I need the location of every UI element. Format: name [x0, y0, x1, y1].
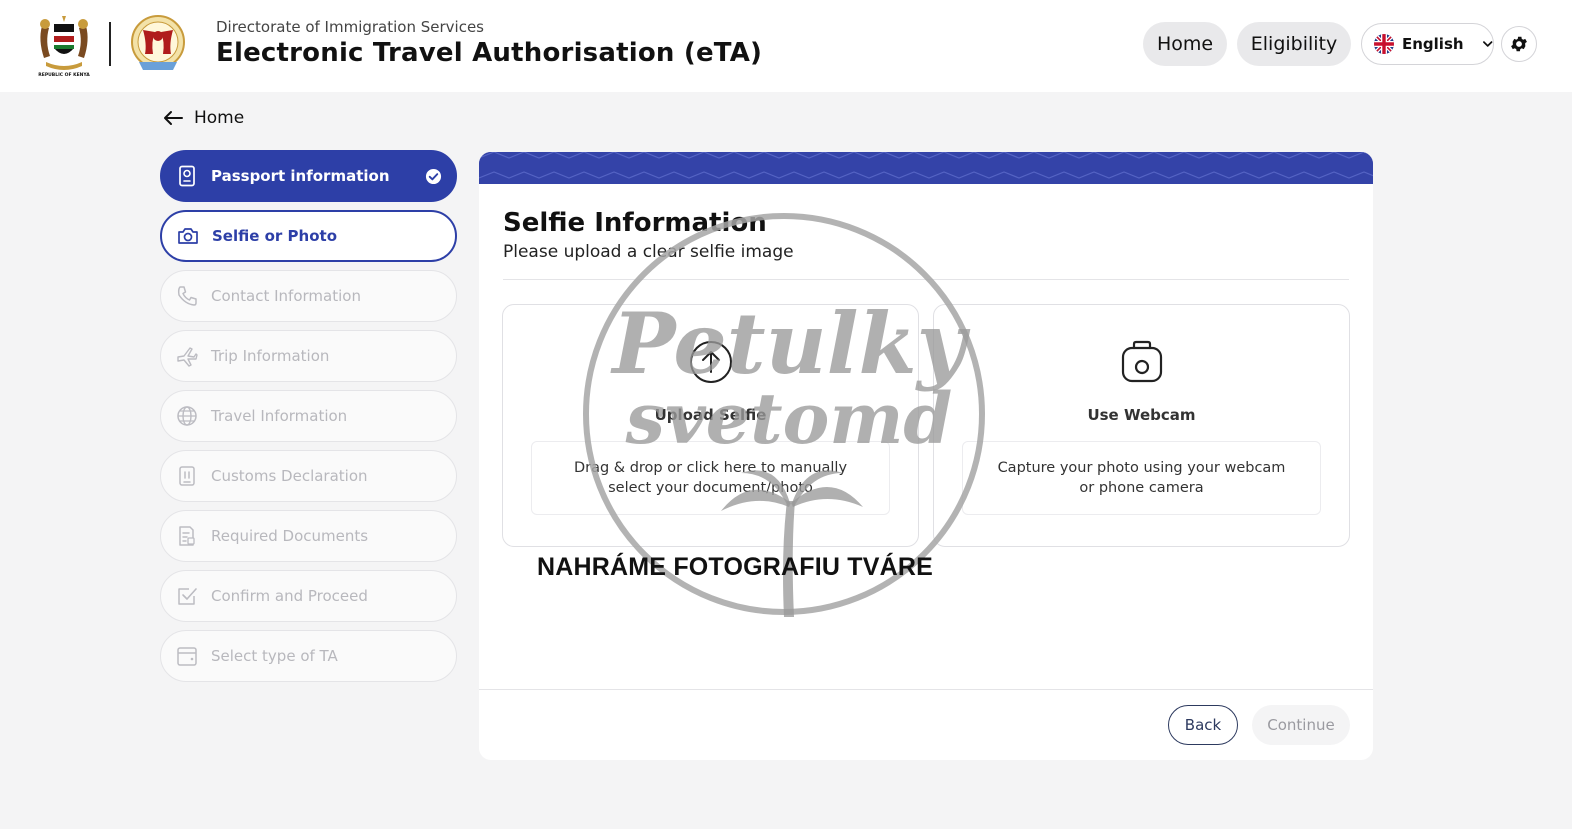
step-label: Select type of TA	[211, 647, 338, 665]
step-confirm-and-proceed[interactable]: Confirm and Proceed	[160, 570, 457, 622]
camera-outline-icon	[1121, 340, 1162, 383]
section-subtitle: Please upload a clear selfie image	[503, 242, 794, 262]
continue-button[interactable]: Continue	[1252, 705, 1350, 745]
step-trip-information[interactable]: Trip Information	[160, 330, 457, 382]
step-label: Selfie or Photo	[212, 227, 338, 245]
checkbox-icon	[178, 588, 197, 605]
upload-arrow-icon	[689, 341, 732, 383]
step-label: Required Documents	[211, 527, 369, 545]
section-divider	[503, 279, 1349, 280]
step-passport-information[interactable]: Passport information	[160, 150, 457, 202]
globe-icon	[177, 406, 197, 426]
section-title: Selfie Information	[503, 208, 767, 238]
step-customs-declaration[interactable]: Customs Declaration	[160, 450, 457, 502]
customs-icon	[179, 466, 195, 486]
watermark-caption: NAHRÁME FOTOGRAFIU TVÁRE	[537, 553, 933, 581]
uk-flag-icon	[1374, 34, 1394, 54]
step-label: Travel Information	[211, 407, 348, 425]
coat-caption: REPUBLIC OF KENYA	[38, 72, 90, 78]
selfie-card: Selfie Information Please upload a clear…	[479, 152, 1373, 760]
wallet-icon	[177, 647, 197, 666]
back-home-link[interactable]: Home	[162, 108, 244, 128]
nav-eligibility-button[interactable]: Eligibility	[1237, 22, 1351, 66]
settings-button[interactable]	[1501, 26, 1537, 62]
back-button[interactable]: Back	[1168, 705, 1238, 745]
page-title: Electronic Travel Authorisation (eTA)	[216, 38, 763, 68]
nav-home-button[interactable]: Home	[1143, 22, 1227, 66]
check-circle-icon	[425, 168, 442, 185]
webcam-description: Capture your photo using your webcam or …	[962, 441, 1321, 515]
language-label: English	[1402, 35, 1464, 53]
chevron-down-icon	[1482, 41, 1492, 47]
dropzone[interactable]: Drag & drop or click here to manually se…	[531, 441, 890, 515]
language-selector[interactable]: English	[1361, 23, 1494, 65]
step-required-documents[interactable]: Required Documents	[160, 510, 457, 562]
plane-icon	[177, 347, 198, 367]
step-label: Contact Information	[211, 287, 361, 305]
top-header: REPUBLIC OF KENYA Directorate of Immigra…	[0, 0, 1572, 92]
phone-icon	[177, 286, 197, 306]
step-label: Customs Declaration	[211, 467, 368, 485]
footer-divider	[479, 689, 1373, 690]
documents-icon	[179, 526, 195, 546]
kenya-coat-of-arms-logo: REPUBLIC OF KENYA	[38, 16, 90, 78]
immigration-seal-logo	[131, 15, 185, 70]
gear-icon	[1511, 36, 1527, 52]
step-label: Trip Information	[211, 347, 330, 365]
step-label: Confirm and Proceed	[211, 587, 368, 605]
back-home-label: Home	[194, 108, 245, 128]
arrow-left-icon	[164, 111, 183, 125]
upload-selfie-option[interactable]: Upload Selfie Drag & drop or click here …	[502, 304, 919, 547]
step-select-type-of-ta[interactable]: Select type of TA	[160, 630, 457, 682]
step-contact-information[interactable]: Contact Information	[160, 270, 457, 322]
agency-name: Directorate of Immigration Services	[216, 18, 485, 36]
use-webcam-label: Use Webcam	[1087, 406, 1196, 424]
passport-icon	[179, 165, 195, 187]
decorative-banner	[479, 152, 1373, 184]
logo-divider	[109, 22, 111, 66]
camera-icon	[178, 228, 198, 244]
step-label: Passport information	[211, 167, 390, 185]
step-travel-information[interactable]: Travel Information	[160, 390, 457, 442]
upload-selfie-label: Upload Selfie	[654, 406, 767, 424]
step-selfie-or-photo[interactable]: Selfie or Photo	[160, 210, 457, 262]
use-webcam-option[interactable]: Use Webcam Capture your photo using your…	[933, 304, 1350, 547]
